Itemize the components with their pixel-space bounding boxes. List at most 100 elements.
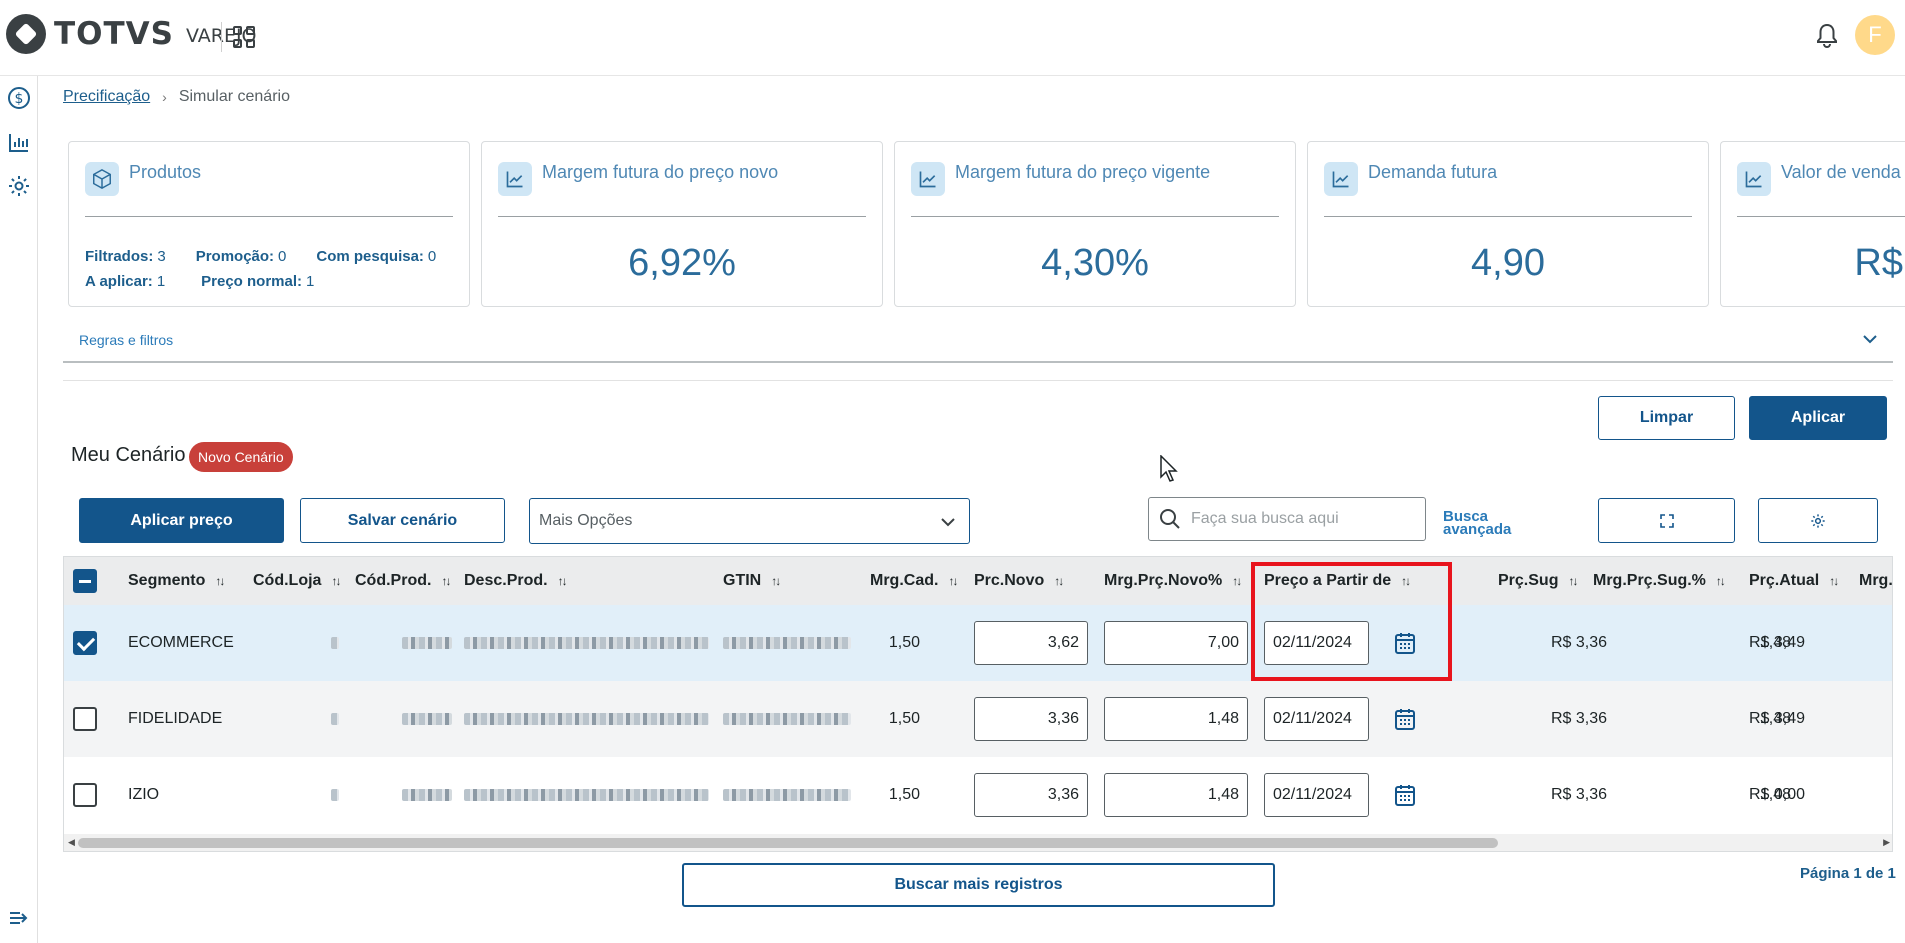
- research-count: 0: [427, 248, 437, 265]
- apply-button[interactable]: Aplicar: [1749, 396, 1887, 440]
- fullscreen-icon: [1659, 513, 1674, 528]
- user-avatar[interactable]: F: [1855, 15, 1895, 55]
- scrollbar-thumb[interactable]: [78, 838, 1498, 848]
- col-gtin[interactable]: GTIN ↑↓: [723, 557, 781, 605]
- cell-mrg-cad: 1,50: [888, 786, 920, 803]
- normal-price-label: Preço normal:: [201, 273, 303, 290]
- new-scenario-badge: Novo Cenário: [189, 442, 293, 472]
- trend-chart-icon: [1737, 162, 1771, 196]
- bar-chart-icon[interactable]: [7, 130, 31, 154]
- search-input[interactable]: [1191, 504, 1417, 534]
- col-prc-sug[interactable]: Prç.Sug ↑↓: [1498, 557, 1578, 605]
- cell-desc-prod-redacted: [464, 757, 709, 833]
- new-margin-input[interactable]: [1104, 697, 1248, 741]
- row-checkbox[interactable]: [73, 631, 97, 655]
- settings-gear-icon: [1811, 513, 1825, 528]
- sort-icon: ↑↓: [1401, 574, 1411, 588]
- scroll-left-icon[interactable]: ◀: [68, 837, 75, 848]
- sort-icon: ↑↓: [1715, 574, 1726, 588]
- row-checkbox[interactable]: [73, 707, 97, 731]
- apply-price-button[interactable]: Aplicar preço: [79, 498, 284, 543]
- col-cod-loja[interactable]: Cód.Loja ↑↓: [253, 557, 341, 605]
- product-stats: Filtrados: 3 Promoção: 0 Com pesquisa: 0 A …: [85, 244, 436, 294]
- new-margin-input[interactable]: [1104, 773, 1248, 817]
- rules-filters-accordion[interactable]: Regras e filtros: [63, 326, 1893, 363]
- new-price-input[interactable]: [974, 621, 1088, 665]
- col-mrg-prc-novo[interactable]: Mrg.Prç.Novo% ↑↓: [1104, 557, 1242, 605]
- new-price-margin-card: Margem futura do preço novo 6,92%: [481, 141, 883, 307]
- col-mrg-cad[interactable]: Mrg.Cad. ↑↓: [870, 557, 958, 605]
- card-divider: [85, 216, 453, 217]
- table-row[interactable]: ECOMMERCE 1,50 R$ 3,36 1,48 R$ 3,49: [64, 605, 1892, 681]
- totvs-logo[interactable]: TOTVS VAREJO: [6, 14, 257, 54]
- chevron-down-icon[interactable]: [1861, 330, 1879, 348]
- table-settings-button[interactable]: [1758, 498, 1878, 543]
- fullscreen-button[interactable]: [1598, 498, 1735, 543]
- col-prc-novo[interactable]: Prc.Novo ↑↓: [974, 557, 1064, 605]
- card-title: Valor de venda: [1781, 162, 1901, 182]
- cell-mrg-cad: 1,50: [888, 710, 920, 727]
- col-preco-a-partir-de[interactable]: Preço a Partir de ↑↓: [1264, 557, 1411, 605]
- rules-filters-label[interactable]: Regras e filtros: [79, 332, 173, 348]
- load-more-button[interactable]: Buscar mais registros: [682, 863, 1275, 907]
- cell-cod-loja-redacted: [331, 757, 339, 833]
- breadcrumb-pricing-link[interactable]: Precificação: [63, 88, 150, 106]
- card-divider: [1324, 216, 1692, 217]
- new-price-input[interactable]: [974, 697, 1088, 741]
- chevron-right-icon: ›: [162, 89, 167, 105]
- cell-gtin-redacted: [723, 605, 851, 681]
- more-options-select[interactable]: Mais Opções: [529, 498, 970, 544]
- col-label: Segmento: [128, 572, 206, 589]
- col-mrg-prc-atual[interactable]: Mrg.Pr: [1859, 557, 1893, 605]
- select-all-checkbox[interactable]: [73, 569, 97, 593]
- cell-prc-atual: R$ 3,49: [1749, 634, 1806, 651]
- table-row[interactable]: FIDELIDADE 1,50 R$ 3,36 1,48 R$ 3,49: [64, 681, 1892, 757]
- card-value: 6,92%: [628, 242, 736, 284]
- settings-gear-icon[interactable]: [7, 174, 31, 198]
- row-checkbox[interactable]: [73, 783, 97, 807]
- cell-cod-prod-redacted: [402, 757, 452, 833]
- start-date-input[interactable]: [1264, 697, 1369, 741]
- col-cod-prod[interactable]: Cód.Prod. ↑↓: [355, 557, 451, 605]
- horizontal-scrollbar[interactable]: ◀ ▶: [64, 834, 1892, 851]
- scroll-right-icon[interactable]: ▶: [1883, 837, 1890, 848]
- col-desc-prod[interactable]: Desc.Prod. ↑↓: [464, 557, 568, 605]
- notification-bell-icon[interactable]: [1815, 22, 1839, 50]
- chevron-down-icon: [941, 518, 955, 527]
- col-mrg-prc-sug[interactable]: Mrg.Prç.Sug.% ↑↓: [1593, 557, 1726, 605]
- start-date-input[interactable]: [1264, 621, 1369, 665]
- cell-desc-prod-redacted: [464, 681, 709, 757]
- to-apply-count: 1: [156, 273, 166, 290]
- cell-segmento: ECOMMERCE: [128, 634, 234, 651]
- card-divider: [498, 216, 866, 217]
- clear-button[interactable]: Limpar: [1598, 396, 1735, 440]
- calendar-icon[interactable]: [1394, 783, 1416, 807]
- col-label: GTIN: [723, 572, 762, 589]
- cell-mrg-cad: 1,50: [888, 634, 920, 651]
- cell-prc-atual: R$ 0,00: [1749, 786, 1806, 803]
- table-row[interactable]: IZIO 1,50 R$ 3,36 1,48 R$ 0,00: [64, 757, 1892, 833]
- calendar-icon[interactable]: [1394, 631, 1416, 655]
- totvs-logo-mark: [6, 14, 46, 54]
- cell-cod-loja-redacted: [331, 681, 339, 757]
- col-label: Prc.Novo: [974, 572, 1045, 589]
- new-margin-input[interactable]: [1104, 621, 1248, 665]
- advanced-search-link[interactable]: Busca avançada: [1443, 509, 1511, 537]
- start-date-input[interactable]: [1264, 773, 1369, 817]
- mouse-pointer-icon: [1160, 455, 1178, 482]
- col-prc-atual[interactable]: Prç.Atual ↑↓: [1749, 557, 1839, 605]
- expand-menu-icon[interactable]: [7, 906, 31, 930]
- calendar-icon[interactable]: [1394, 707, 1416, 731]
- normal-price-count: 1: [306, 273, 315, 290]
- top-bar: TOTVS VAREJO F: [0, 0, 1905, 76]
- pricing-dollar-icon[interactable]: $: [7, 86, 31, 110]
- col-label: Mrg.Pr: [1859, 572, 1893, 589]
- save-scenario-button[interactable]: Salvar cenário: [300, 498, 505, 543]
- new-price-input[interactable]: [974, 773, 1088, 817]
- promotion-count: 0: [278, 248, 287, 265]
- card-value: 4,30%: [1041, 242, 1149, 284]
- col-segmento[interactable]: Segmento ↑↓: [128, 557, 225, 605]
- filtered-label: Filtrados:: [85, 248, 154, 265]
- apps-grid-icon[interactable]: [233, 26, 255, 48]
- sort-icon: ↑↓: [948, 574, 958, 588]
